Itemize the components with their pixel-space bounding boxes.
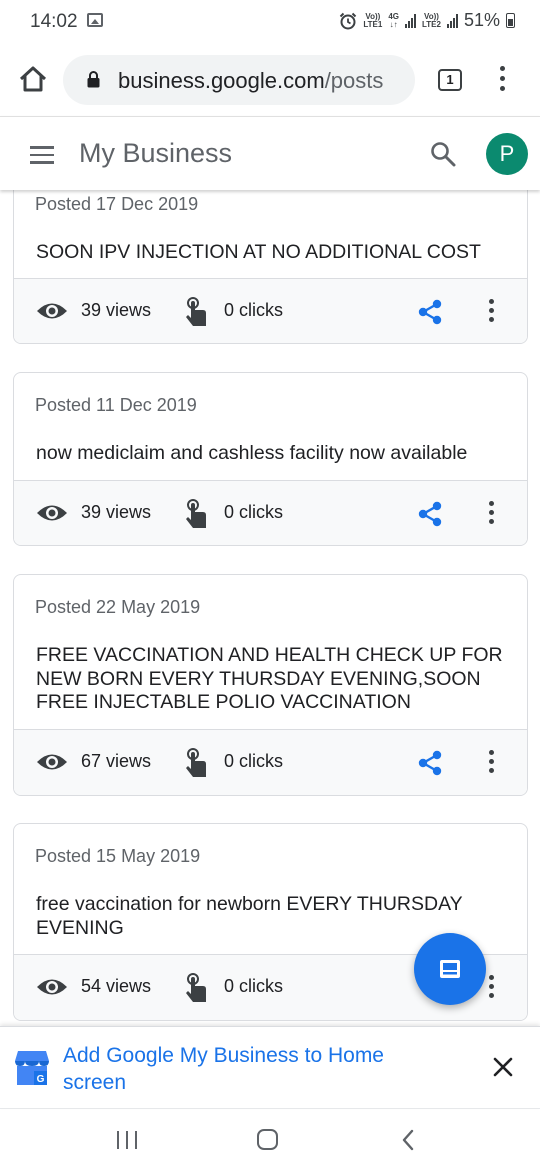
views-count: 67 views [81, 751, 152, 771]
close-icon[interactable] [490, 1054, 516, 1080]
touch-icon [186, 499, 206, 528]
post-more-icon[interactable] [484, 501, 498, 527]
app-bar: My Business P [0, 116, 540, 190]
posts-feed[interactable]: Posted 17 Dec 2019 SOON IPV INJECTION AT… [0, 190, 540, 1026]
post-stats: 39 views 0 clicks [14, 278, 527, 343]
network-type-indicator: 4G ↓↑ [388, 12, 399, 29]
create-post-icon [440, 960, 460, 978]
share-icon[interactable] [416, 298, 444, 326]
lte1-indicator: Vo)) LTE1 [363, 12, 383, 29]
eye-icon [37, 303, 67, 319]
touch-icon [186, 748, 206, 777]
post-card: Posted 22 May 2019 FREE VACCINATION AND … [13, 574, 528, 796]
browser-menu-icon[interactable] [494, 66, 510, 94]
signal-2-icon [446, 13, 458, 28]
share-icon[interactable] [416, 749, 444, 777]
post-card: Posted 11 Dec 2019 now mediclaim and cas… [13, 372, 528, 546]
status-bar: 14:02 Vo)) LTE1 4G ↓↑ Vo)) LTE2 51% [0, 0, 540, 44]
svg-text:G: G [37, 1074, 45, 1085]
eye-icon [37, 505, 67, 521]
views-count: 39 views [81, 502, 152, 522]
alarm-icon [340, 12, 357, 29]
lte1-bottom: LTE1 [363, 19, 383, 29]
share-icon[interactable] [416, 500, 444, 528]
status-indicators: Vo)) LTE1 4G ↓↑ Vo)) LTE2 51% [339, 10, 515, 31]
search-icon[interactable] [429, 140, 457, 168]
post-text: FREE VACCINATION AND HEALTH CHECK UP FOR… [36, 644, 503, 713]
url-text: business.google.com/posts [118, 68, 383, 94]
post-more-icon[interactable] [484, 975, 498, 1001]
hamburger-icon[interactable] [30, 146, 54, 164]
battery-percent: 51% [463, 10, 500, 30]
battery-icon [506, 13, 515, 28]
post-stats: 67 views 0 clicks [14, 729, 527, 795]
tab-switcher-button[interactable]: 1 [438, 69, 462, 91]
gallery-notification-icon [87, 13, 103, 27]
lte2-indicator: Vo)) LTE2 [422, 12, 441, 29]
touch-icon [186, 297, 206, 326]
create-post-button[interactable] [414, 933, 486, 1005]
avatar[interactable]: P [486, 133, 528, 175]
clicks-count: 0 clicks [224, 976, 284, 996]
data-arrows: ↓↑ [389, 19, 398, 29]
lte2-bottom: LTE2 [422, 19, 441, 29]
post-date: Posted 11 Dec 2019 [35, 395, 197, 415]
clicks-count: 0 clicks [224, 300, 284, 320]
lock-icon [87, 71, 100, 88]
post-date: Posted 22 May 2019 [35, 597, 201, 617]
status-time: 14:02 [30, 11, 78, 32]
post-stats: 39 views 0 clicks [14, 480, 527, 545]
nav-home-icon[interactable] [257, 1129, 278, 1150]
post-date: Posted 17 Dec 2019 [35, 194, 199, 214]
add-to-home-banner[interactable]: G Add Google My Business to Home screen [0, 1026, 540, 1108]
clicks-count: 0 clicks [224, 751, 284, 771]
post-card: Posted 17 Dec 2019 SOON IPV INJECTION AT… [13, 190, 528, 344]
post-text: SOON IPV INJECTION AT NO ADDITIONAL COST [36, 241, 481, 263]
post-text: now mediclaim and cashless facility now … [36, 442, 468, 464]
url-domain: business.google.com [118, 68, 325, 93]
eye-icon [37, 979, 67, 995]
signal-1-icon [405, 13, 416, 28]
address-bar[interactable]: business.google.com/posts [63, 55, 415, 105]
views-count: 54 views [81, 976, 152, 996]
eye-icon [37, 754, 67, 770]
home-icon[interactable] [14, 60, 52, 98]
views-count: 39 views [81, 300, 152, 320]
browser-toolbar: business.google.com/posts 1 [0, 44, 540, 116]
system-nav-bar [0, 1108, 540, 1170]
post-date: Posted 15 May 2019 [35, 846, 201, 866]
touch-icon [186, 973, 206, 1002]
google-my-business-icon: G [15, 1051, 49, 1085]
clicks-count: 0 clicks [224, 502, 284, 522]
back-icon[interactable] [400, 1128, 416, 1152]
url-path: /posts [324, 68, 384, 93]
post-more-icon[interactable] [484, 299, 498, 325]
post-more-icon[interactable] [484, 750, 498, 776]
recent-apps-icon[interactable] [117, 1131, 137, 1149]
page-title: My Business [79, 138, 233, 168]
add-to-home-text[interactable]: Add Google My Business to Home screen [63, 1042, 443, 1096]
